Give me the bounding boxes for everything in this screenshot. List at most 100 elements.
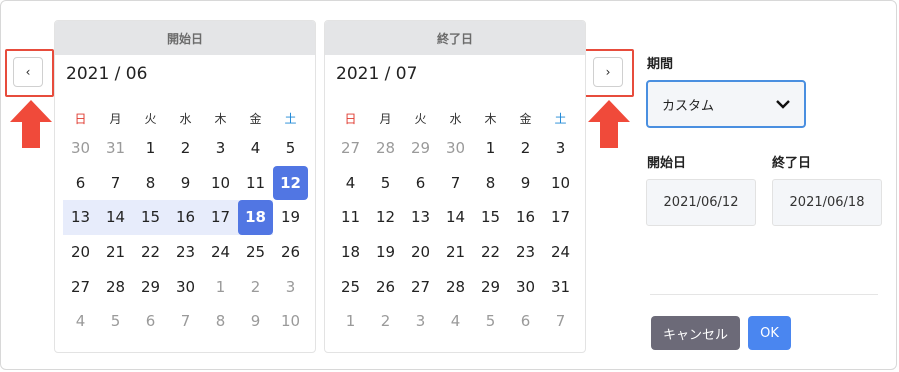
day-cell[interactable]: 26 — [273, 235, 308, 270]
day-cell[interactable]: 15 — [473, 200, 508, 235]
day-cell[interactable]: 23 — [168, 235, 203, 270]
day-cell-other-month[interactable]: 5 — [473, 304, 508, 339]
day-cell[interactable]: 29 — [133, 269, 168, 304]
day-cell[interactable]: 10 — [203, 166, 238, 201]
day-cell[interactable]: 10 — [543, 166, 578, 201]
day-cell[interactable]: 13 — [63, 200, 98, 235]
day-cell[interactable]: 22 — [133, 235, 168, 270]
day-cell-other-month[interactable]: 31 — [98, 131, 133, 166]
day-cell[interactable]: 16 — [508, 200, 543, 235]
day-cell[interactable]: 20 — [63, 235, 98, 270]
start-date-field[interactable]: 2021/06/12 — [646, 179, 756, 226]
start-calendar-grid: 日月火水木金土 30 31 1 2 3 4 5 6 7 8 9 10 11 12 13 14 15 16 17 18 19… — [63, 105, 308, 339]
day-cell-other-month[interactable]: 6 — [133, 304, 168, 339]
day-cell[interactable]: 6 — [403, 166, 438, 201]
day-cell-other-month[interactable]: 1 — [203, 269, 238, 304]
day-cell[interactable]: 7 — [98, 166, 133, 201]
day-cell[interactable]: 19 — [273, 200, 308, 235]
day-cell[interactable]: 11 — [238, 166, 273, 201]
day-cell[interactable]: 26 — [368, 269, 403, 304]
day-cell-other-month[interactable]: 28 — [368, 131, 403, 166]
day-cell[interactable]: 24 — [543, 235, 578, 270]
period-select[interactable]: カスタム — [646, 80, 806, 128]
day-cell[interactable]: 5 — [368, 166, 403, 201]
arrow-up-icon — [588, 100, 630, 148]
day-cell[interactable]: 9 — [168, 166, 203, 201]
day-cell[interactable]: 16 — [168, 200, 203, 235]
day-cell[interactable]: 13 — [403, 200, 438, 235]
day-cell-other-month[interactable]: 7 — [168, 304, 203, 339]
day-cell[interactable]: 15 — [133, 200, 168, 235]
day-cell[interactable]: 18 — [333, 235, 368, 270]
day-cell-other-month[interactable]: 4 — [63, 304, 98, 339]
day-cell[interactable]: 2 — [168, 131, 203, 166]
day-cell[interactable]: 30 — [168, 269, 203, 304]
day-cell[interactable]: 17 — [543, 200, 578, 235]
day-cell-other-month[interactable]: 30 — [63, 131, 98, 166]
day-cell[interactable]: 27 — [63, 269, 98, 304]
day-cell[interactable]: 27 — [403, 269, 438, 304]
day-cell-other-month[interactable]: 2 — [238, 269, 273, 304]
day-cell[interactable]: 30 — [508, 269, 543, 304]
day-cell[interactable]: 4 — [238, 131, 273, 166]
day-cell-other-month[interactable]: 4 — [438, 304, 473, 339]
cancel-button[interactable]: キャンセル — [651, 316, 740, 350]
day-cell[interactable]: 1 — [473, 131, 508, 166]
day-cell-other-month[interactable]: 1 — [333, 304, 368, 339]
day-cell[interactable]: 28 — [98, 269, 133, 304]
day-cell[interactable]: 8 — [133, 166, 168, 201]
day-cell[interactable]: 21 — [438, 235, 473, 270]
next-month-button[interactable]: › — [593, 57, 623, 87]
day-cell-other-month[interactable]: 6 — [508, 304, 543, 339]
day-cell-other-month[interactable]: 5 — [98, 304, 133, 339]
day-cell[interactable]: 25 — [238, 235, 273, 270]
day-cell[interactable]: 31 — [543, 269, 578, 304]
day-cell-other-month[interactable]: 3 — [403, 304, 438, 339]
start-calendar-header: 開始日 — [55, 21, 315, 55]
day-cell-other-month[interactable]: 29 — [403, 131, 438, 166]
day-cell[interactable]: 8 — [473, 166, 508, 201]
weekday-row: 日月火水木金土 — [63, 105, 308, 131]
ok-button[interactable]: OK — [748, 316, 791, 350]
prev-month-button[interactable]: ‹ — [13, 57, 43, 87]
day-cell[interactable]: 29 — [473, 269, 508, 304]
day-cell[interactable]: 25 — [333, 269, 368, 304]
day-cell[interactable]: 11 — [333, 200, 368, 235]
day-cell[interactable]: 6 — [63, 166, 98, 201]
day-cell[interactable]: 1 — [133, 131, 168, 166]
day-cell-other-month[interactable]: 30 — [438, 131, 473, 166]
day-cell[interactable]: 2 — [508, 131, 543, 166]
weekday-label: 日 — [74, 111, 87, 126]
weekday-label: 土 — [284, 111, 297, 126]
day-cell-other-month[interactable]: 8 — [203, 304, 238, 339]
day-cell[interactable]: 4 — [333, 166, 368, 201]
day-cell[interactable]: 14 — [98, 200, 133, 235]
day-cell-other-month[interactable]: 3 — [273, 269, 308, 304]
day-cell[interactable]: 12 — [368, 200, 403, 235]
day-cell[interactable]: 12 — [273, 165, 308, 201]
day-cell-other-month[interactable]: 7 — [543, 304, 578, 339]
day-cell[interactable]: 5 — [273, 131, 308, 166]
day-cell-other-month[interactable]: 2 — [368, 304, 403, 339]
day-cell[interactable]: 18 — [238, 200, 273, 235]
day-cell[interactable]: 9 — [508, 166, 543, 201]
week-row: 27 28 29 30 1 2 3 — [63, 269, 308, 304]
day-cell[interactable]: 22 — [473, 235, 508, 270]
day-cell[interactable]: 23 — [508, 235, 543, 270]
day-cell[interactable]: 28 — [438, 269, 473, 304]
day-cell[interactable]: 21 — [98, 235, 133, 270]
day-cell-other-month[interactable]: 10 — [273, 304, 308, 339]
day-cell[interactable]: 17 — [203, 200, 238, 235]
day-cell[interactable]: 14 — [438, 200, 473, 235]
day-cell[interactable]: 3 — [203, 131, 238, 166]
day-cell-other-month[interactable]: 27 — [333, 131, 368, 166]
day-cell[interactable]: 19 — [368, 235, 403, 270]
day-cell-other-month[interactable]: 9 — [238, 304, 273, 339]
end-date-field[interactable]: 2021/06/18 — [772, 179, 882, 226]
day-cell[interactable]: 3 — [543, 131, 578, 166]
day-cell[interactable]: 7 — [438, 166, 473, 201]
day-cell[interactable]: 24 — [203, 235, 238, 270]
weekday-label: 日 — [344, 111, 357, 126]
day-cell[interactable]: 20 — [403, 235, 438, 270]
period-label: 期間 — [647, 57, 674, 72]
